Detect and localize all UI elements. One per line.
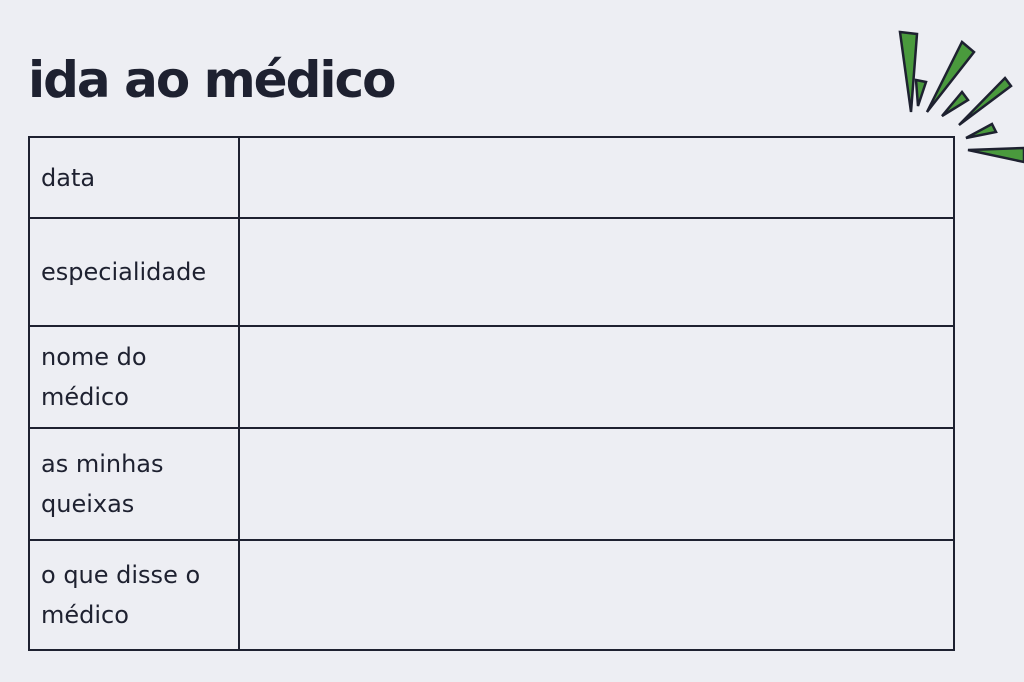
form-row-as-minhas-queixas: as minhas queixas [28,427,955,541]
row-label-cell: nome do médico [28,325,240,429]
form-row-especialidade: especialidade [28,217,955,327]
row-label-cell: as minhas queixas [28,427,240,541]
row-label: o que disse o médico [41,561,201,629]
data-input-cell[interactable] [238,136,955,219]
nome-do-medico-input-cell[interactable] [238,325,955,429]
as-minhas-queixas-input-cell[interactable] [238,427,955,541]
row-label: data [41,163,96,192]
form-row-nome-do-medico: nome do médico [28,325,955,429]
especialidade-input-cell[interactable] [238,217,955,327]
form-row-o-que-disse-o-medico: o que disse o médico [28,539,955,651]
row-label-cell: o que disse o médico [28,539,240,651]
row-label-cell: data [28,136,240,219]
row-label: as minhas queixas [41,450,164,518]
row-label-cell: especialidade [28,217,240,327]
o-que-disse-o-medico-input-cell[interactable] [238,539,955,651]
page-title: ida ao médico [28,51,397,109]
appointment-form-table: data especialidade nome do médico as min… [28,136,955,651]
form-row-data: data [28,136,955,219]
row-label: especialidade [41,258,207,286]
row-label: nome do médico [41,343,147,411]
